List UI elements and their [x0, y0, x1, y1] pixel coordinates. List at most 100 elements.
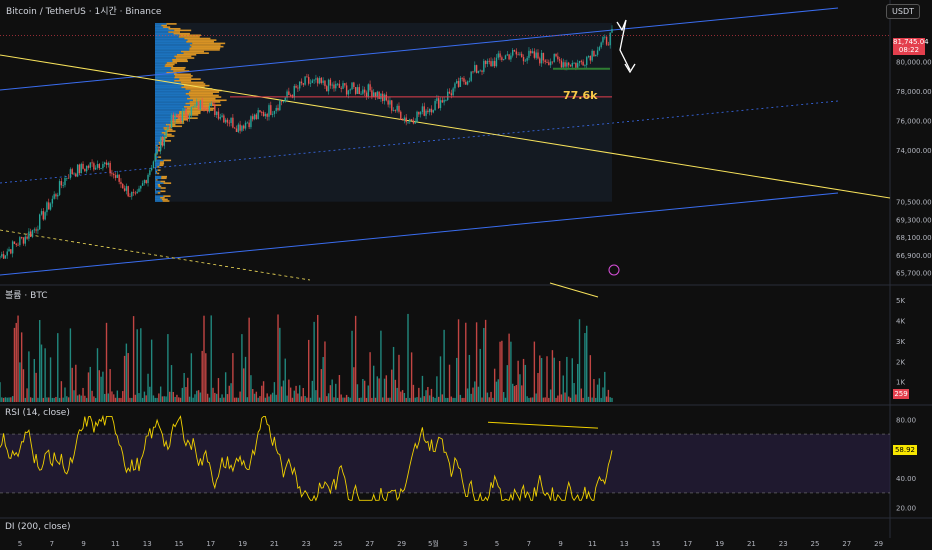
- candle-body: [497, 53, 499, 58]
- profile-bar-down: [156, 179, 158, 181]
- candle-body: [136, 191, 138, 194]
- profile-bar-up: [155, 105, 184, 108]
- volume-bar: [163, 396, 165, 402]
- volume-bar: [188, 396, 191, 402]
- time-tick-label: 3: [463, 540, 467, 548]
- candle-body: [35, 229, 37, 231]
- volume-bar: [118, 397, 120, 402]
- candle-body: [178, 116, 180, 118]
- volume-bar: [564, 392, 566, 402]
- profile-bar-up: [155, 148, 157, 150]
- candle-body: [336, 83, 339, 85]
- rsi-band: [0, 434, 890, 493]
- profile-bar-down: [161, 177, 167, 180]
- volume-bar: [470, 393, 472, 402]
- candle-body: [466, 81, 469, 85]
- candle-body: [504, 55, 507, 60]
- candle-body: [437, 98, 440, 109]
- candle-body: [499, 53, 501, 58]
- volume-bar: [125, 343, 128, 402]
- volume-bar: [82, 387, 84, 402]
- profile-bar-up: [155, 109, 186, 111]
- profile-bar-up: [155, 146, 159, 149]
- rsi-pane-label: RSI (14, close): [5, 408, 70, 418]
- time-tick-label: 11: [111, 540, 120, 548]
- candle-body: [493, 61, 496, 67]
- volume-bar: [284, 358, 286, 402]
- volume-bar: [167, 334, 169, 402]
- candle-body: [300, 81, 303, 84]
- profile-bar-up: [155, 31, 169, 33]
- candle-body: [113, 173, 115, 176]
- profile-bar-up: [155, 71, 167, 74]
- candle-body: [93, 163, 95, 170]
- currency-button[interactable]: USDT: [886, 4, 920, 19]
- candle-body: [145, 180, 147, 183]
- candle-body: [203, 108, 205, 109]
- candle-body: [199, 100, 202, 110]
- candle-body: [519, 53, 521, 55]
- candle-body: [553, 53, 555, 62]
- candle-body: [152, 161, 155, 168]
- price-tick-label: 70,500.00: [896, 199, 932, 207]
- volume-bar: [100, 376, 102, 402]
- volume-bar: [293, 390, 295, 402]
- candle-body: [387, 100, 389, 105]
- volume-bar: [580, 388, 583, 402]
- volume-bar: [248, 317, 250, 402]
- volume-bar: [6, 397, 8, 402]
- profile-bar-up: [155, 96, 191, 98]
- profile-bar-down: [187, 39, 217, 41]
- volume-bar: [481, 397, 483, 402]
- volume-bar: [208, 397, 211, 402]
- candle-body: [284, 97, 286, 102]
- candle-body: [533, 51, 536, 58]
- candle-body: [521, 53, 523, 58]
- candle-body: [605, 36, 608, 45]
- volume-bar: [262, 381, 265, 402]
- candle-body: [546, 61, 548, 63]
- volume-bar: [595, 397, 597, 402]
- candle-body: [611, 29, 613, 33]
- candle-body: [344, 83, 346, 86]
- candle-body: [187, 116, 189, 119]
- volume-bar: [96, 348, 99, 402]
- volume-bar: [374, 397, 377, 402]
- level-label: 77.6k: [563, 89, 598, 102]
- profile-bar-up: [155, 53, 177, 56]
- volume-bar: [49, 357, 52, 402]
- candle-body: [564, 62, 566, 67]
- candle-body: [575, 62, 577, 68]
- volume-bar: [367, 385, 369, 402]
- profile-bar-down: [165, 63, 175, 66]
- profile-bar-up: [155, 50, 181, 53]
- profile-bar-up: [155, 170, 157, 173]
- candle-body: [289, 95, 292, 96]
- candle-body: [221, 115, 223, 117]
- volume-bar: [185, 387, 187, 402]
- candle-body: [378, 91, 380, 99]
- volume-bar: [329, 385, 332, 402]
- volume-bar: [55, 396, 57, 402]
- volume-bar: [114, 397, 117, 402]
- candle-body: [349, 89, 351, 91]
- volume-bar: [452, 397, 454, 402]
- chart-canvas[interactable]: 80,000.00 78,000.00 76,000.00 74,000.00 70,5…: [0, 0, 932, 550]
- volume-bar: [187, 377, 189, 402]
- volume-bar: [172, 391, 175, 402]
- volume-bar: [308, 339, 310, 402]
- candle-body: [324, 80, 326, 87]
- volume-bar: [342, 397, 344, 402]
- candle-body: [477, 71, 480, 73]
- volume-bar: [318, 397, 321, 402]
- volume-bar: [510, 341, 512, 402]
- volume-bar: [120, 397, 122, 402]
- profile-bar-up: [155, 179, 157, 181]
- candle-body: [279, 101, 281, 111]
- profile-bar-down: [178, 36, 200, 38]
- volume-bar: [506, 365, 508, 402]
- candle-body: [268, 105, 270, 117]
- candle-body: [262, 112, 265, 117]
- volume-bar: [578, 319, 581, 402]
- candle-body: [365, 92, 368, 97]
